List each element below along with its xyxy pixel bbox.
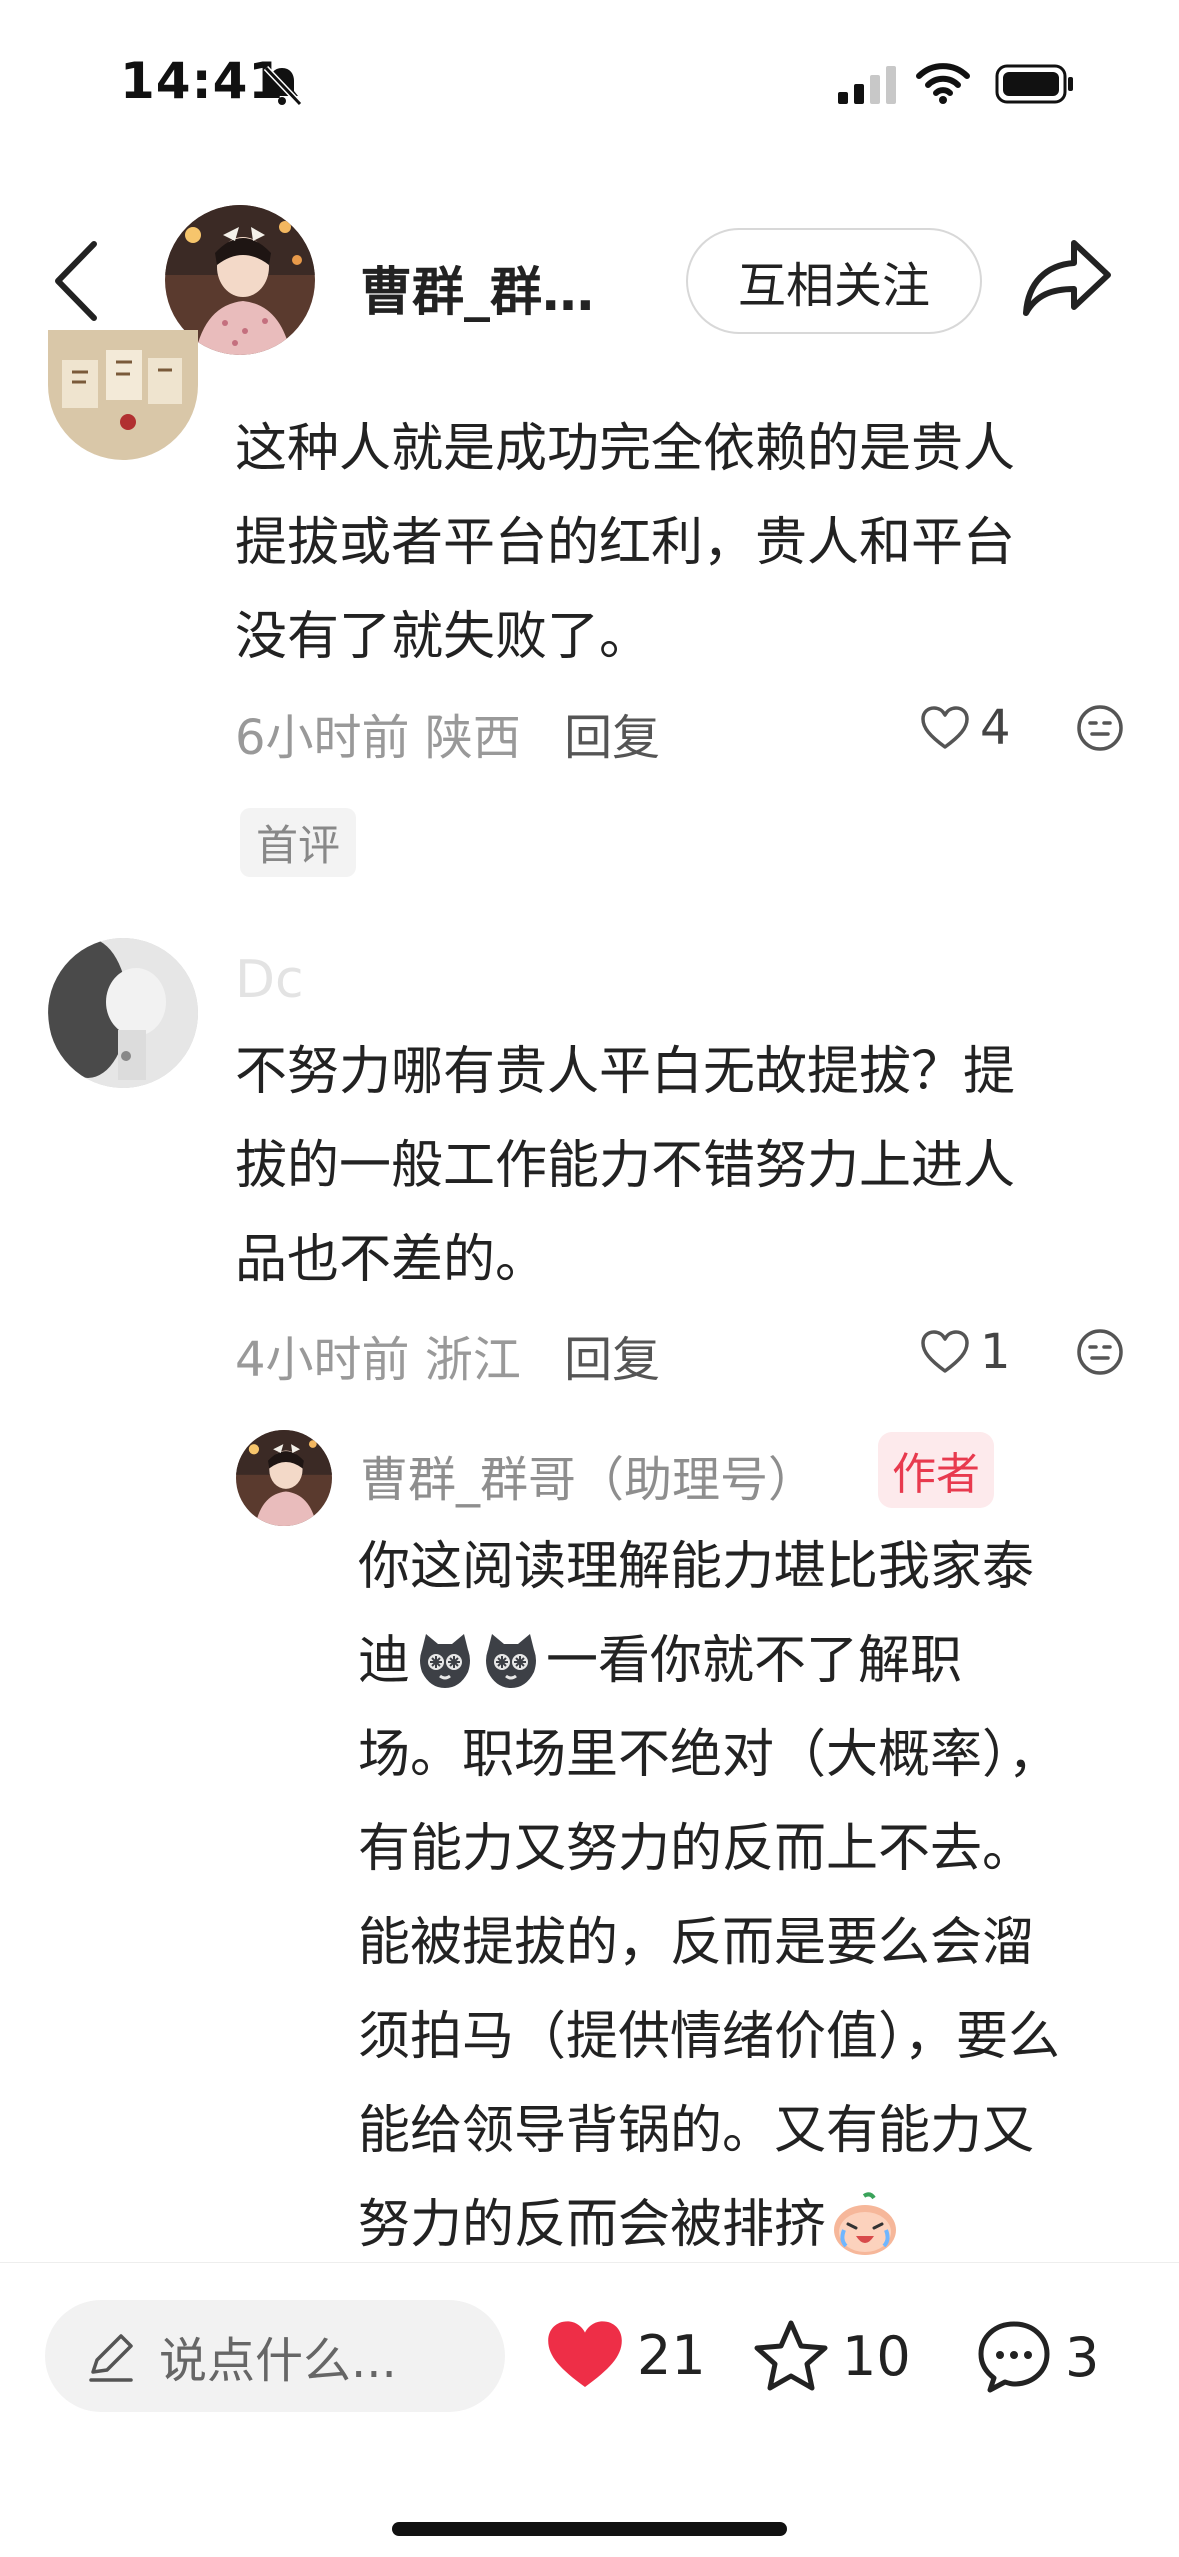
comment-meta: 6小时前 陕西 回复 bbox=[235, 698, 660, 768]
heart-outline-icon bbox=[921, 706, 969, 749]
heart-outline-icon bbox=[921, 1330, 969, 1373]
reply-avatar[interactable] bbox=[236, 1430, 332, 1526]
comment-author-name[interactable]: Dc bbox=[235, 950, 304, 1010]
reply-line-part: 迪 bbox=[358, 1631, 411, 1691]
silent-bell-icon bbox=[263, 65, 303, 107]
reply-line: 努力的反而会被排挤 bbox=[358, 2178, 1060, 2272]
reply-line: 场。职场里不绝对（大概率）， bbox=[358, 1725, 1061, 1785]
share-icon[interactable] bbox=[1020, 235, 1114, 319]
crying-face-emoji-icon bbox=[834, 2192, 897, 2255]
comment-line: 不努力哪有贵人平白无故提拔？提 bbox=[235, 1042, 1016, 1102]
like-count: 21 bbox=[637, 2323, 706, 2387]
reply-line: 能给领导背锅的。又有能力又 bbox=[358, 2101, 1035, 2161]
comment-text: 不努力哪有贵人平白无故提拔？提 拔的一般工作能力不错努力上进人 品也不差的。 bbox=[235, 1025, 1015, 1307]
battery-icon bbox=[995, 64, 1073, 104]
reply-line: 你这阅读理解能力堪比我家泰 bbox=[358, 1537, 1035, 1597]
comment-line: 拔的一般工作能力不错努力上进人 bbox=[235, 1136, 1016, 1196]
dislike-face-icon[interactable] bbox=[1075, 703, 1125, 753]
back-icon[interactable] bbox=[50, 238, 100, 324]
avatar-image bbox=[48, 938, 198, 1088]
comment-location: 陕西 bbox=[424, 710, 521, 766]
home-indicator bbox=[392, 2522, 787, 2536]
header-username[interactable]: 曹群_群… bbox=[360, 250, 594, 325]
reply-button[interactable]: 回复 bbox=[564, 710, 660, 766]
comment-text: 这种人就是成功完全依赖的是贵人 提拔或者平台的红利，贵人和平台 没有了就失败了。 bbox=[235, 402, 1015, 684]
reply-line-part: 努力的反而会被排挤 bbox=[358, 2195, 827, 2255]
reply-author-name[interactable]: 曹群_群哥（助理号） bbox=[360, 1440, 816, 1510]
avatar-photo bbox=[236, 1430, 332, 1526]
reply-line: 须拍马（提供情绪价值），要么 bbox=[358, 2007, 1061, 2067]
cat-emoji-icon bbox=[420, 1634, 471, 1688]
cat-emoji-icon bbox=[486, 1634, 537, 1688]
first-comment-tag: 首评 bbox=[240, 808, 357, 877]
dislike-face-icon[interactable] bbox=[1075, 1327, 1125, 1377]
comment-meta: 4小时前 浙江 回复 bbox=[235, 1320, 660, 1390]
favorite-button[interactable]: 10 bbox=[752, 2318, 911, 2394]
comment-like[interactable]: 1 bbox=[920, 1324, 1011, 1380]
reply-line: 迪 一看你就不了解职 bbox=[358, 1614, 1060, 1708]
reply-line: 有能力又努力的反而上不去。 bbox=[358, 1819, 1035, 1879]
author-badge: 作者 bbox=[878, 1432, 994, 1508]
comment-avatar[interactable] bbox=[48, 938, 198, 1088]
comment-like[interactable]: 4 bbox=[920, 700, 1011, 756]
comment-bubble-icon bbox=[978, 2321, 1050, 2393]
comment-line: 提拔或者平台的红利，贵人和平台 bbox=[235, 513, 1016, 573]
star-outline-icon bbox=[754, 2320, 828, 2391]
reply-line-part: 一看你就不了解职 bbox=[546, 1631, 963, 1691]
like-button[interactable]: 21 bbox=[545, 2318, 706, 2392]
wifi-icon bbox=[916, 63, 970, 104]
heart-filled-icon bbox=[548, 2321, 622, 2387]
comment-line: 品也不差的。 bbox=[235, 1230, 548, 1290]
mutual-follow-button[interactable]: 互相关注 bbox=[686, 228, 982, 334]
avatar-image bbox=[48, 330, 198, 460]
comment-location: 浙江 bbox=[424, 1332, 521, 1388]
favorite-count: 10 bbox=[842, 2324, 911, 2388]
comment-avatar[interactable] bbox=[48, 330, 198, 460]
reply-line: 能被提拔的，反而是要么会溜 bbox=[358, 1913, 1035, 1973]
comment-line: 这种人就是成功完全依赖的是贵人 bbox=[235, 419, 1016, 479]
reply-text: 你这阅读理解能力堪比我家泰 迪 一看你就不了解职 场。职场里不绝对（大概率）， … bbox=[358, 1520, 1060, 2272]
comment-time: 6小时前 bbox=[235, 710, 410, 766]
like-count: 4 bbox=[980, 700, 1011, 756]
comment-input[interactable]: 说点什么... bbox=[45, 2300, 505, 2412]
comment-count: 3 bbox=[1065, 2325, 1100, 2389]
pencil-icon bbox=[89, 2334, 133, 2382]
comment-time: 4小时前 bbox=[235, 1332, 410, 1388]
like-count: 1 bbox=[980, 1324, 1011, 1380]
comment-button[interactable]: 3 bbox=[975, 2318, 1099, 2396]
comment-input-placeholder: 说点什么... bbox=[159, 2333, 397, 2389]
comment-line: 没有了就失败了。 bbox=[235, 607, 652, 667]
signal-icon bbox=[838, 66, 896, 104]
reply-button[interactable]: 回复 bbox=[564, 1332, 660, 1388]
